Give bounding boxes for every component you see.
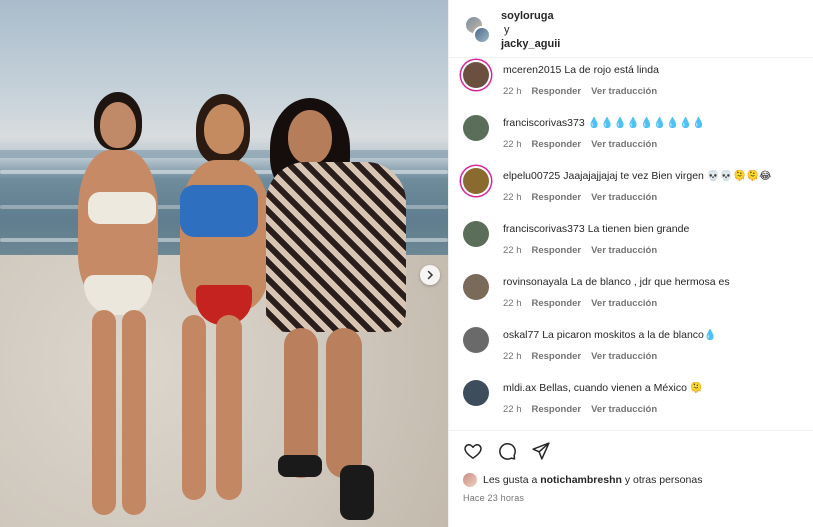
reply-button[interactable]: Responder <box>532 404 582 415</box>
comment-item: rovinsonayala La de blanco , jdr que herm… <box>463 274 808 326</box>
comment-time: 22 h <box>503 298 522 309</box>
action-icons <box>461 439 553 463</box>
comment-meta: 22 h Responder Ver traducción <box>503 404 667 415</box>
comments-list[interactable]: mceren2015 La de rojo está linda 22 h Resp… <box>449 58 813 430</box>
post-photo[interactable] <box>0 0 448 527</box>
avatar[interactable] <box>463 168 489 194</box>
comment-body: 💧💧💧💧💧💧💧💧💧 <box>587 117 706 129</box>
post-header: soyloruga y jacky_aguii <box>449 0 813 58</box>
avatar[interactable] <box>473 26 491 44</box>
reply-button[interactable]: Responder <box>532 245 582 256</box>
comment-item: oskal77 La picaron moskitos a la de blanc… <box>463 327 808 379</box>
post-side-panel: soyloruga y jacky_aguii mceren2015 La de … <box>448 0 813 527</box>
comment-time: 22 h <box>503 192 522 203</box>
reply-button[interactable]: Responder <box>532 139 582 150</box>
comment-body: La de blanco , jdr que hermosa es <box>570 276 730 288</box>
avatar[interactable] <box>463 274 489 300</box>
comment-username[interactable]: elpelu00725 <box>503 170 560 182</box>
translate-button[interactable]: Ver traducción <box>591 192 657 203</box>
comment-meta: 22 h Responder Ver traducción <box>503 351 667 362</box>
likes-username[interactable]: notichambreshn <box>540 474 622 486</box>
author-avatars[interactable] <box>465 16 491 44</box>
comment-username[interactable]: oskal77 <box>503 329 539 341</box>
author-names: soyloruga y jacky_aguii <box>501 9 560 51</box>
avatar[interactable] <box>463 380 489 406</box>
share-icon <box>532 442 550 460</box>
translate-button[interactable]: Ver traducción <box>591 298 657 309</box>
comment-text: franciscorivas373 La tienen bien grande <box>503 223 803 236</box>
post-actions: Les gusta a notichambreshn y otras perso… <box>449 430 813 527</box>
comment-text: franciscorivas373 💧💧💧💧💧💧💧💧💧 <box>503 117 803 130</box>
comment-body: La picaron moskitos a la de blanco💧 <box>542 329 717 341</box>
likes-prefix: Les gusta a <box>483 473 538 486</box>
reply-button[interactable]: Responder <box>532 86 582 97</box>
comment-username[interactable]: mldi.ax <box>503 382 536 394</box>
comment-body: Bellas, cuando vienen a México 🫠 <box>539 382 703 394</box>
avatar[interactable] <box>463 327 489 353</box>
avatar[interactable] <box>463 62 489 88</box>
comment-text: mceren2015 La de rojo está linda <box>503 64 803 77</box>
comment-time: 22 h <box>503 86 522 97</box>
comment-meta: 22 h Responder Ver traducción <box>503 298 667 309</box>
author-username[interactable]: soyloruga <box>501 9 560 23</box>
translate-button[interactable]: Ver traducción <box>591 404 657 415</box>
comment-body: Jaajajajjajaj te vez Bien virgen 💀💀🫠🫠😂 <box>563 170 772 182</box>
comment-username[interactable]: rovinsonayala <box>503 276 568 288</box>
heart-icon <box>464 444 482 459</box>
comment-time: 22 h <box>503 139 522 150</box>
avatar[interactable] <box>463 115 489 141</box>
comment-meta: 22 h Responder Ver traducción <box>503 245 667 256</box>
carousel-next-button[interactable] <box>420 265 440 285</box>
comment-meta: 22 h Responder Ver traducción <box>503 192 667 203</box>
likes-suffix[interactable]: y otras personas <box>625 474 703 486</box>
reply-button[interactable]: Responder <box>532 351 582 362</box>
comment-body: La de rojo está linda <box>564 64 659 76</box>
comment-body: La tienen bien grande <box>587 223 690 235</box>
comment-time: 22 h <box>503 245 522 256</box>
avatar[interactable] <box>463 473 477 487</box>
comment-text: elpelu00725 Jaajajajjajaj te vez Bien vir… <box>503 170 803 183</box>
comment-text: oskal77 La picaron moskitos a la de blanc… <box>503 329 803 342</box>
author-username[interactable]: jacky_aguii <box>501 37 560 51</box>
comment-item: mldi.ax Bellas, cuando vienen a México 🫠 … <box>463 380 808 430</box>
comment-text: mldi.ax Bellas, cuando vienen a México 🫠 <box>503 382 803 395</box>
comment-button[interactable] <box>495 439 519 463</box>
likes-summary[interactable]: Les gusta a notichambreshn y otras perso… <box>463 473 702 487</box>
chevron-right-icon <box>427 270 434 280</box>
comment-meta: 22 h Responder Ver traducción <box>503 139 667 150</box>
like-button[interactable] <box>461 439 485 463</box>
translate-button[interactable]: Ver traducción <box>591 139 657 150</box>
translate-button[interactable]: Ver traducción <box>591 86 657 97</box>
reply-button[interactable]: Responder <box>532 192 582 203</box>
share-button[interactable] <box>529 439 553 463</box>
comment-meta: 22 h Responder Ver traducción <box>503 86 667 97</box>
comment-item: mceren2015 La de rojo está linda 22 h Resp… <box>463 62 808 114</box>
avatar[interactable] <box>463 221 489 247</box>
comment-time: 22 h <box>503 351 522 362</box>
reply-button[interactable]: Responder <box>532 298 582 309</box>
post-timestamp[interactable]: Hace 23 horas <box>463 493 524 503</box>
author-conjunction: y <box>504 24 510 36</box>
comment-username[interactable]: mceren2015 <box>503 64 561 76</box>
comment-username[interactable]: franciscorivas373 <box>503 117 585 129</box>
comment-username[interactable]: franciscorivas373 <box>503 223 585 235</box>
translate-button[interactable]: Ver traducción <box>591 351 657 362</box>
comment-item: franciscorivas373 💧💧💧💧💧💧💧💧💧 22 h Responder… <box>463 115 808 167</box>
comment-icon <box>499 443 516 460</box>
comment-text: rovinsonayala La de blanco , jdr que herm… <box>503 276 803 289</box>
comment-time: 22 h <box>503 404 522 415</box>
translate-button[interactable]: Ver traducción <box>591 245 657 256</box>
comment-item: elpelu00725 Jaajajajjajaj te vez Bien vir… <box>463 168 808 220</box>
comment-item: franciscorivas373 La tienen bien grande 2… <box>463 221 808 273</box>
